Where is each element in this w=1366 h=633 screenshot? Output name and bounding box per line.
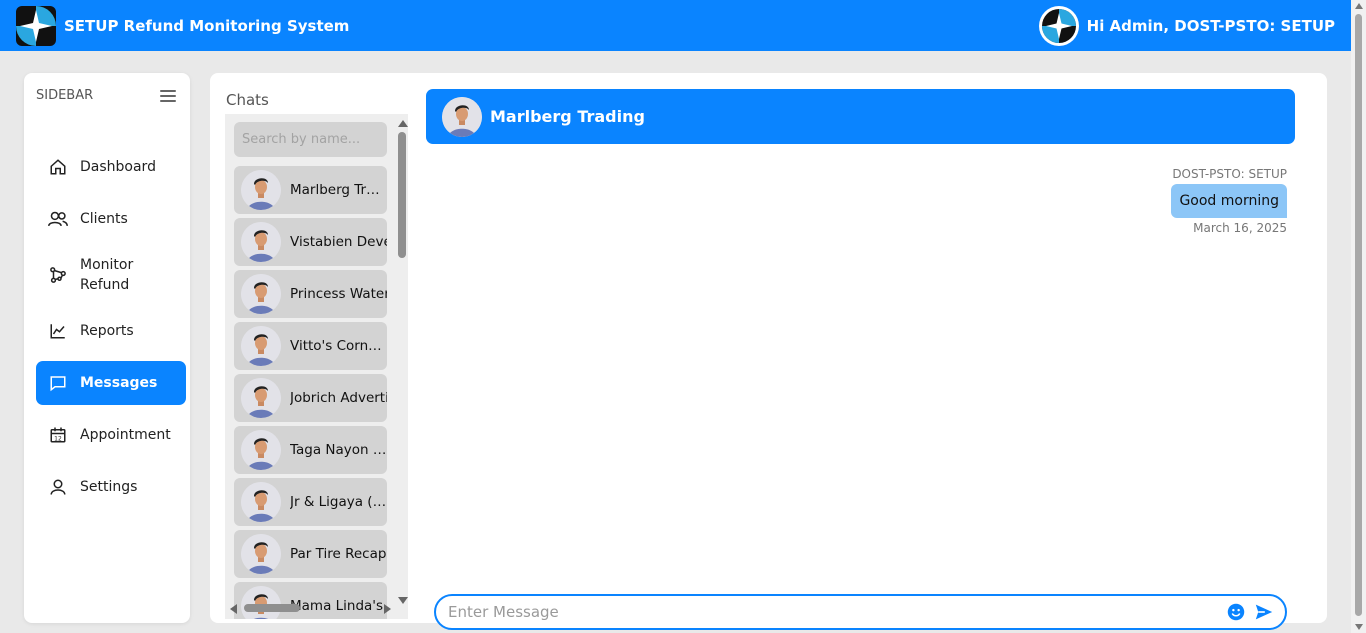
sidebar-item-clients[interactable]: Clients — [36, 197, 186, 241]
user-icon — [48, 477, 68, 497]
chat-list-item[interactable]: Par Tire Recapping — [234, 530, 387, 578]
sidebar-item-monitor-refund[interactable]: Monitor Refund — [36, 249, 186, 301]
message-date: March 16, 2025 — [1193, 221, 1287, 235]
chat-list: Marlberg Trading Vistabien Development Pri… — [225, 114, 408, 619]
chat-list-item[interactable]: Jobrich Advertising — [234, 374, 387, 422]
scroll-down-arrow-icon[interactable] — [1355, 624, 1363, 630]
scroll-right-arrow-icon[interactable] — [384, 604, 391, 614]
message-icon — [48, 373, 68, 393]
main-panel: Chats Marlberg Trading Vistabien Developm… — [210, 73, 1327, 630]
network-icon — [48, 265, 68, 285]
emoji-icon[interactable] — [1225, 601, 1247, 623]
svg-text:12: 12 — [54, 435, 62, 442]
sidebar-item-label: Reports — [80, 323, 134, 339]
contact-name: Jr & Ligaya (Kakanin) — [290, 494, 387, 510]
contact-avatar — [241, 222, 281, 262]
sidebar-item-reports[interactable]: Reports — [36, 309, 186, 353]
sidebar-item-appointment[interactable]: 12 Appointment — [36, 413, 186, 457]
sidebar-item-settings[interactable]: Settings — [36, 465, 186, 509]
sidebar-item-label: Monitor Refund — [80, 257, 134, 293]
chat-header: Marlberg Trading — [426, 89, 1295, 144]
message-input[interactable] — [448, 603, 1219, 621]
message-bubble: Good morning — [1171, 184, 1287, 218]
contact-avatar — [241, 326, 281, 366]
contact-avatar — [241, 274, 281, 314]
page-scroll-thumb[interactable] — [1355, 14, 1362, 616]
chat-list-horizontal-scrollbar[interactable] — [228, 601, 393, 615]
contact-avatar — [442, 96, 482, 137]
page-scrollbar[interactable] — [1351, 0, 1366, 633]
contact-name: Taga Nayon Enterprise — [290, 442, 387, 458]
contact-name: Princess Water Station — [290, 286, 387, 302]
users-icon — [48, 209, 68, 229]
chat-list-vertical-scrollbar[interactable] — [395, 114, 409, 604]
sidebar-title: SIDEBAR — [36, 88, 94, 103]
contact-avatar — [241, 534, 281, 574]
top-bar: SETUP Refund Monitoring System Hi Admin,… — [0, 0, 1351, 51]
chart-line-icon — [48, 321, 68, 341]
sidebar-item-label: Settings — [80, 479, 138, 495]
search-input[interactable] — [234, 122, 387, 157]
chat-list-item[interactable]: Taga Nayon Enterprise — [234, 426, 387, 474]
scroll-up-arrow-icon[interactable] — [398, 120, 408, 127]
contact-avatar — [241, 430, 281, 470]
contact-avatar — [241, 378, 281, 418]
chat-list-scroll-thumb[interactable] — [398, 132, 406, 258]
contact-list: Marlberg Trading Vistabien Development Pri… — [234, 166, 387, 619]
sidebar-item-label: Messages — [80, 375, 158, 391]
app-logo — [16, 5, 56, 46]
app-title: SETUP Refund Monitoring System — [64, 16, 350, 35]
scroll-left-arrow-icon[interactable] — [230, 604, 237, 614]
chat-list-hscroll-thumb[interactable] — [244, 604, 300, 612]
message-composer — [434, 594, 1287, 630]
user-greeting[interactable]: Hi Admin, DOST-PSTO: SETUP — [1087, 17, 1335, 35]
sidebar: SIDEBAR Dashboard Clients Monitor Refund — [24, 73, 190, 623]
contact-name: Vitto's Corner Eatery — [290, 338, 387, 354]
chat-list-item[interactable]: Vitto's Corner Eatery — [234, 322, 387, 370]
chats-title: Chats — [226, 91, 269, 109]
sidebar-nav: Dashboard Clients Monitor Refund Reports… — [36, 145, 186, 517]
conversation-name: Marlberg Trading — [490, 107, 645, 126]
contact-name: Marlberg Trading — [290, 182, 387, 198]
contact-avatar — [241, 170, 281, 210]
menu-toggle-icon[interactable] — [160, 89, 176, 102]
contact-avatar — [241, 482, 281, 522]
sidebar-item-dashboard[interactable]: Dashboard — [36, 145, 186, 189]
message-sender: DOST-PSTO: SETUP — [1172, 167, 1287, 181]
chat-list-item[interactable]: Jr & Ligaya (Kakanin) — [234, 478, 387, 526]
chat-list-item[interactable]: Princess Water Station — [234, 270, 387, 318]
contact-name: Par Tire Recapping — [290, 546, 387, 562]
sidebar-item-messages[interactable]: Messages — [36, 361, 186, 405]
chat-list-item[interactable]: Marlberg Trading — [234, 166, 387, 214]
sidebar-item-label: Appointment — [80, 427, 171, 443]
admin-avatar[interactable] — [1038, 5, 1079, 46]
contact-name: Jobrich Advertising — [290, 390, 387, 406]
home-icon — [48, 157, 68, 177]
message-item: DOST-PSTO: SETUP Good morning March 16, … — [1171, 167, 1287, 235]
send-icon[interactable] — [1253, 601, 1275, 623]
scroll-down-arrow-icon[interactable] — [398, 597, 408, 604]
calendar-icon: 12 — [48, 425, 68, 445]
scroll-up-arrow-icon[interactable] — [1355, 3, 1363, 9]
sidebar-item-label: Dashboard — [80, 159, 156, 175]
chat-list-item[interactable]: Vistabien Development — [234, 218, 387, 266]
contact-name: Vistabien Development — [290, 234, 387, 250]
sidebar-item-label: Clients — [80, 211, 128, 227]
